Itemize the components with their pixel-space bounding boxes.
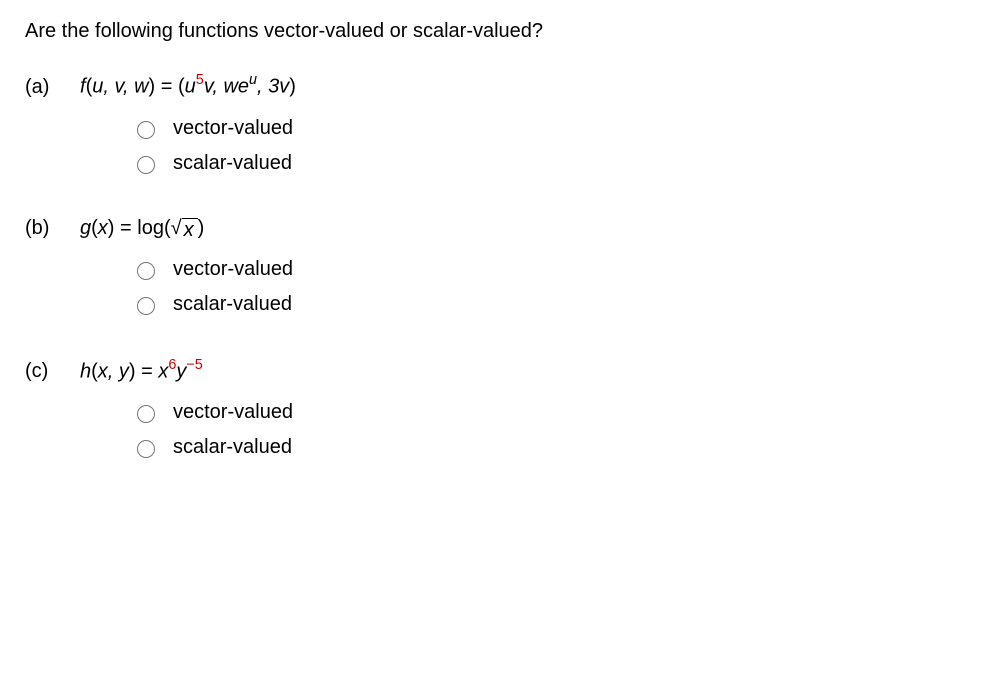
radio-c-vector[interactable] — [137, 405, 155, 423]
option-c-vector[interactable]: vector-valued — [132, 401, 979, 424]
part-b-label: (b) — [25, 217, 80, 240]
eq-exp2: u — [249, 72, 257, 88]
part-c-label: (c) — [25, 360, 80, 383]
radio-a-scalar[interactable] — [137, 156, 155, 174]
eq-base1: x — [158, 360, 168, 382]
sqrt-icon: √x — [171, 218, 198, 240]
eq-exp1: 5 — [196, 72, 204, 88]
part-b-equation: g(x) = log(√x) — [80, 217, 204, 240]
close-paren: ) — [198, 217, 205, 239]
func-name: g — [80, 217, 91, 239]
part-a: (a) f(u, v, w) = (u5v, weu, 3v) vector-v… — [25, 73, 979, 175]
func-name: h — [80, 360, 91, 382]
option-label-scalar: scalar-valued — [173, 436, 292, 459]
eq-after2: , 3v — [257, 76, 289, 98]
question-prompt: Are the following functions vector-value… — [25, 20, 979, 43]
part-a-equation: f(u, v, w) = (u5v, weu, 3v) — [80, 73, 296, 99]
option-label-scalar: scalar-valued — [173, 152, 292, 175]
eq-after1: v, we — [204, 76, 249, 98]
func-args: x, y — [98, 360, 129, 382]
part-a-label: (a) — [25, 76, 80, 99]
radio-b-scalar[interactable] — [137, 297, 155, 315]
eq-base2: y — [176, 360, 186, 382]
option-label-scalar: scalar-valued — [173, 293, 292, 316]
option-label-vector: vector-valued — [173, 401, 293, 424]
log-text: log( — [137, 217, 170, 239]
option-a-vector[interactable]: vector-valued — [132, 117, 979, 140]
eq-base1: u — [185, 76, 196, 98]
eq-exp1: 6 — [168, 357, 176, 373]
radio-a-vector[interactable] — [137, 121, 155, 139]
option-label-vector: vector-valued — [173, 117, 293, 140]
radio-b-vector[interactable] — [137, 262, 155, 280]
func-args: u, v, w — [92, 76, 148, 98]
eq-exp2: −5 — [186, 357, 202, 373]
option-b-vector[interactable]: vector-valued — [132, 258, 979, 281]
option-label-vector: vector-valued — [173, 258, 293, 281]
option-c-scalar[interactable]: scalar-valued — [132, 436, 979, 459]
part-c-equation: h(x, y) = x6y−5 — [80, 358, 203, 384]
option-b-scalar[interactable]: scalar-valued — [132, 293, 979, 316]
func-args: x — [98, 217, 108, 239]
part-b: (b) g(x) = log(√x) vector-valued scalar-… — [25, 217, 979, 316]
option-a-scalar[interactable]: scalar-valued — [132, 152, 979, 175]
radio-c-scalar[interactable] — [137, 440, 155, 458]
radicand: x — [182, 218, 198, 240]
part-c: (c) h(x, y) = x6y−5 vector-valued scalar… — [25, 358, 979, 460]
